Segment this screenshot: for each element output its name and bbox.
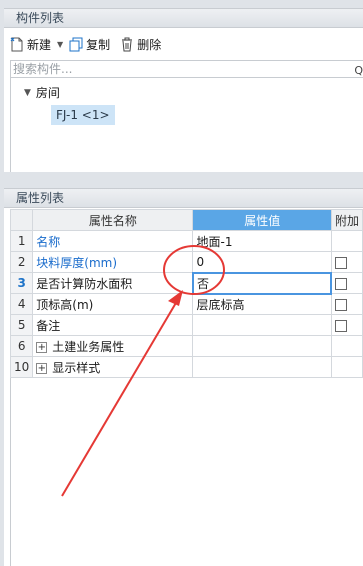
extra-checkbox[interactable]	[334, 319, 347, 332]
tree-item-fj1[interactable]: FJ-1 <1>	[51, 105, 115, 125]
row-number: 6	[9, 335, 34, 357]
property-group-name[interactable]: + 土建业务属性	[32, 335, 194, 357]
property-name: 顶标高(m)	[32, 293, 194, 315]
column-header-name[interactable]: 属性名称	[32, 209, 194, 231]
property-value[interactable]: 地面-1	[192, 230, 332, 252]
component-toolbar: 新建 ▼ 复制 删除	[10, 33, 171, 55]
new-button[interactable]: 新建	[10, 36, 51, 53]
group-label: 土建业务属性	[52, 339, 125, 354]
component-tree: ▼ 房间 FJ-1 <1>	[10, 78, 363, 172]
property-value-editor[interactable]: 否	[191, 271, 333, 295]
grid-corner	[9, 209, 34, 231]
extra-cell	[330, 293, 363, 315]
expand-plus-icon[interactable]: +	[36, 362, 48, 374]
extra-cell	[330, 230, 363, 252]
extra-checkbox[interactable]	[334, 298, 347, 311]
component-list-panel: 构件列表 新建 ▼ 复制 删除 搜索构件... Q ▼ 房间 FJ-1 <1>	[0, 0, 363, 172]
property-value[interactable]	[192, 314, 332, 336]
column-header-value[interactable]: 属性值	[192, 209, 332, 231]
copy-button[interactable]: 复制	[69, 36, 110, 53]
table-row[interactable]: 4 顶标高(m) 层底标高	[9, 293, 363, 315]
new-file-icon	[10, 37, 23, 51]
chevron-down-icon[interactable]: ▼	[57, 40, 63, 49]
table-row-group[interactable]: 10 + 显示样式	[9, 356, 363, 378]
property-list-title: 属性列表	[4, 188, 363, 208]
copy-icon	[69, 37, 83, 51]
row-number: 10	[9, 356, 34, 378]
grid-header-row: 属性名称 属性值 附加	[9, 209, 363, 231]
expand-plus-icon[interactable]: +	[36, 341, 48, 353]
grid-empty-area	[10, 378, 363, 566]
table-row-group[interactable]: 6 + 土建业务属性	[9, 335, 363, 357]
search-icon[interactable]: Q	[354, 63, 363, 79]
property-group-name[interactable]: + 显示样式	[32, 356, 194, 378]
property-name: 名称	[32, 230, 194, 252]
property-name: 块料厚度(mm)	[32, 251, 194, 273]
tree-group-room[interactable]: ▼ 房间	[24, 84, 60, 101]
row-number: 4	[9, 293, 34, 315]
component-list-title: 构件列表	[4, 8, 363, 28]
delete-button-label: 删除	[137, 37, 162, 52]
extra-cell	[330, 335, 363, 357]
property-grid: 属性名称 属性值 附加 1 名称 地面-1 2 块料厚度(mm) 0 3 是否计…	[9, 209, 363, 378]
row-number: 3	[9, 272, 34, 294]
property-value[interactable]: 0	[192, 251, 332, 273]
extra-cell	[330, 272, 363, 294]
property-name: 是否计算防水面积	[32, 272, 194, 294]
delete-button[interactable]: 删除	[120, 36, 161, 53]
new-button-label: 新建	[27, 37, 52, 52]
property-value	[192, 356, 332, 378]
extra-checkbox[interactable]	[335, 277, 348, 290]
table-row[interactable]: 5 备注	[9, 314, 363, 336]
extra-cell	[330, 251, 363, 273]
collapse-arrow-icon[interactable]: ▼	[24, 88, 31, 98]
table-row[interactable]: 1 名称 地面-1	[9, 230, 363, 252]
column-header-extra[interactable]: 附加	[330, 209, 363, 231]
group-label: 显示样式	[52, 360, 101, 375]
row-number: 2	[9, 251, 34, 273]
table-row[interactable]: 2 块料厚度(mm) 0	[9, 251, 363, 273]
search-input[interactable]: 搜索构件... Q	[10, 60, 363, 78]
extra-cell	[330, 356, 363, 378]
extra-cell	[330, 314, 363, 336]
property-list-panel: 属性列表 属性名称 属性值 附加 1 名称 地面-1 2 块料厚度(mm) 0 …	[0, 178, 363, 566]
property-value	[192, 335, 332, 357]
row-number: 1	[9, 230, 34, 252]
row-number: 5	[9, 314, 34, 336]
copy-button-label: 复制	[86, 37, 111, 52]
search-placeholder: 搜索构件...	[13, 62, 73, 76]
extra-checkbox[interactable]	[334, 256, 347, 269]
property-value[interactable]: 层底标高	[192, 293, 332, 315]
table-row-selected[interactable]: 3 是否计算防水面积 否	[9, 271, 363, 295]
trash-icon	[122, 37, 133, 51]
property-top-strip	[4, 178, 363, 188]
property-name: 备注	[32, 314, 194, 336]
tree-group-label: 房间	[35, 86, 60, 100]
